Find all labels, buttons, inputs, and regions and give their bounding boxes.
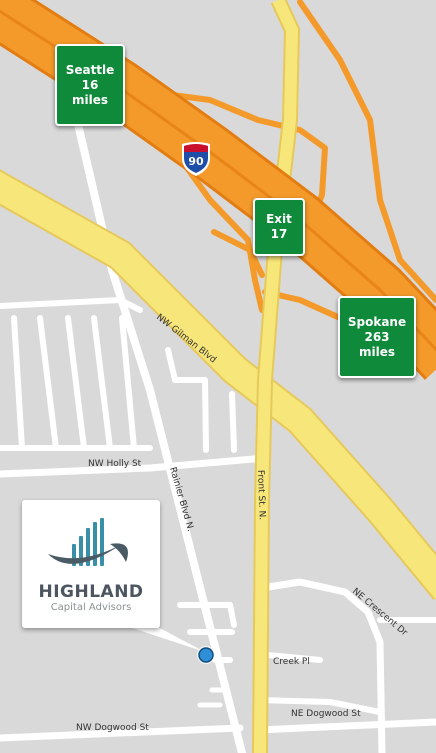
company-callout[interactable]: HIGHLAND Capital Advisors: [22, 500, 160, 628]
location-marker-icon[interactable]: [197, 646, 215, 664]
sign-exit-line1: Exit: [266, 212, 292, 226]
highland-logo-bars-icon: [48, 518, 128, 566]
sign-exit-line2: 17: [270, 227, 288, 241]
sign-seattle: Seattle 16 miles: [55, 44, 125, 126]
label-front: Front St. N.: [255, 470, 267, 521]
interstate-number: 90: [188, 155, 204, 168]
map[interactable]: NW Gilman Blvd NW Holly St Rainier Blvd …: [0, 0, 436, 753]
sign-spokane-line3: miles: [358, 344, 395, 359]
sign-spokane-line1: Spokane: [347, 314, 407, 329]
logo-name: HIGHLAND: [38, 582, 144, 602]
sign-spokane: Spokane 263 miles: [338, 296, 416, 378]
label-dogwood-nw: NW Dogwood St: [76, 723, 149, 733]
label-creek: Creek Pl: [273, 657, 310, 667]
label-holly: NW Holly St: [88, 459, 142, 469]
label-dogwood-ne: NE Dogwood St: [291, 709, 361, 719]
label-crescent: NE Crescent Dr: [350, 587, 409, 639]
sign-exit: Exit 17: [253, 198, 305, 256]
callout-pointer: [120, 624, 205, 652]
sign-seattle-line3: miles: [71, 92, 108, 107]
sign-seattle-line2: 16: [81, 77, 99, 92]
sign-seattle-line1: Seattle: [65, 62, 115, 77]
sign-spokane-line2: 263: [364, 329, 390, 344]
logo-subtitle: Capital Advisors: [50, 602, 132, 613]
